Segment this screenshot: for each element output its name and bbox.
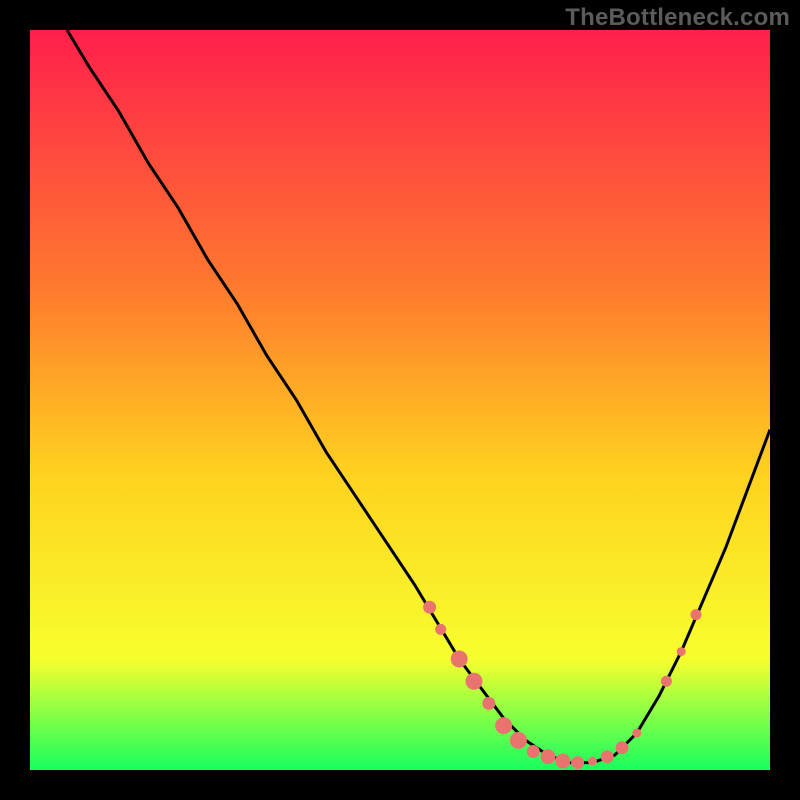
curve-marker (436, 624, 446, 634)
curve-marker (466, 673, 482, 689)
curve-marker (633, 729, 641, 737)
curve-marker (616, 742, 628, 754)
chart-frame: TheBottleneck.com (0, 0, 800, 800)
curve-marker (483, 697, 495, 709)
plot-area (30, 30, 770, 770)
curve-marker (691, 610, 701, 620)
curve-marker (661, 676, 671, 686)
curve-marker (527, 746, 539, 758)
curve-marker (588, 757, 596, 765)
chart-svg (30, 30, 770, 770)
curve-marker (601, 751, 613, 763)
curve-marker (451, 651, 467, 667)
curve-marker (424, 601, 436, 613)
curve-marker (541, 750, 555, 764)
gradient-background (30, 30, 770, 770)
curve-marker (572, 757, 584, 769)
watermark-text: TheBottleneck.com (565, 4, 790, 32)
curve-marker (510, 732, 526, 748)
curve-marker (556, 754, 570, 768)
curve-marker (677, 648, 685, 656)
curve-marker (496, 718, 512, 734)
